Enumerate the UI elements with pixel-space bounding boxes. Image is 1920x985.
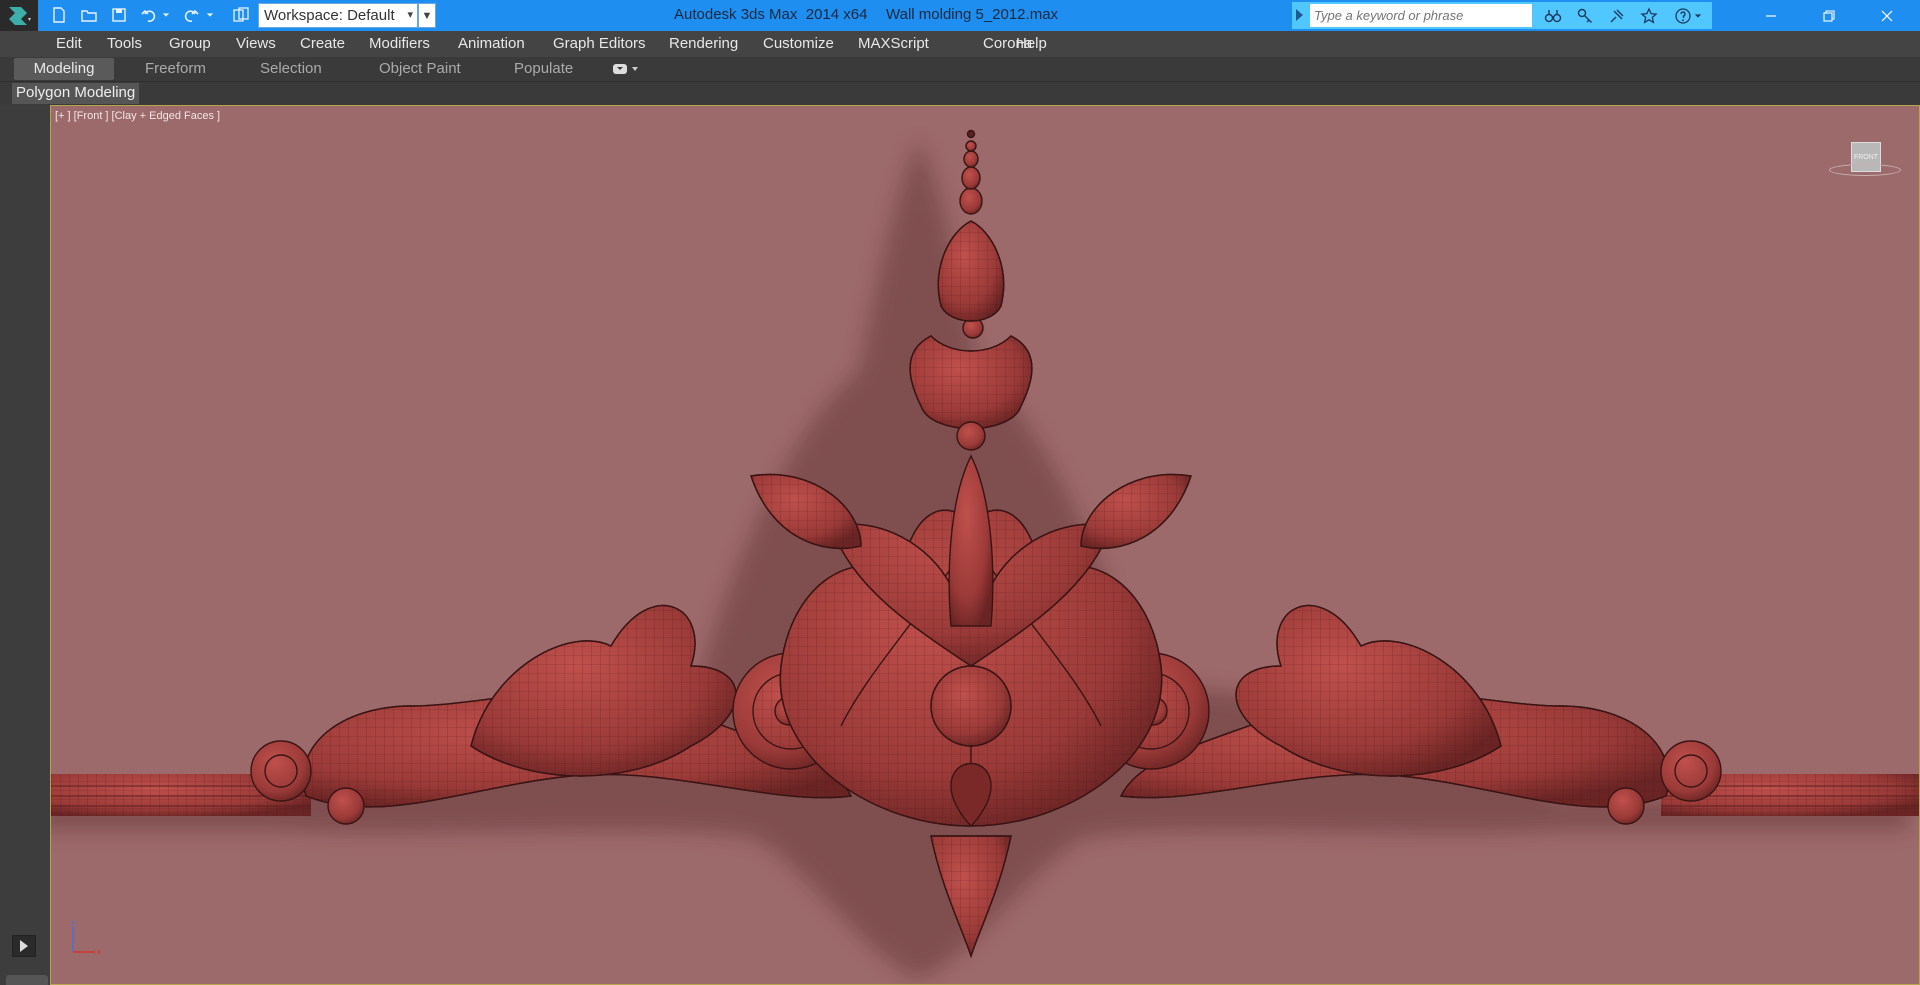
search-expand-icon[interactable] — [1296, 9, 1303, 21]
minimize-icon — [1766, 14, 1776, 17]
chevron-down-icon: ▾ — [407, 9, 413, 21]
redo-icon — [184, 9, 199, 23]
redo-dropdown[interactable] — [204, 4, 216, 26]
menu-create[interactable]: Create — [300, 35, 345, 52]
undo-dropdown[interactable] — [160, 4, 172, 26]
ribbon-tabs: Modeling Freeform Selection Object Paint… — [0, 57, 1920, 81]
help-button[interactable] — [1672, 6, 1694, 26]
tab-selection[interactable]: Selection — [260, 58, 322, 80]
tab-modeling[interactable]: Modeling — [14, 58, 114, 80]
close-button[interactable] — [1858, 0, 1916, 31]
viewcube-compass-ring[interactable] — [1829, 164, 1901, 176]
help-icon — [1675, 8, 1691, 24]
menu-bar: Edit Tools Group Views Create Modifiers … — [0, 31, 1920, 57]
save-file-button[interactable] — [108, 4, 130, 26]
redo-button[interactable] — [180, 4, 202, 26]
binoculars-icon — [1544, 10, 1562, 23]
undo-icon — [141, 9, 156, 23]
file-title: Wall molding 5_2012.max — [886, 6, 1059, 23]
tab-populate[interactable]: Populate — [514, 58, 573, 80]
viewcube[interactable]: FRONT — [1829, 142, 1901, 186]
workspace-label: Workspace: Default — [264, 7, 395, 24]
favorites-button[interactable] — [1638, 6, 1660, 26]
close-icon — [1881, 10, 1893, 21]
wall-molding-model[interactable] — [51, 106, 1920, 985]
viewport-label[interactable]: [+ ] [Front ] [Clay + Edged Faces ] — [55, 110, 220, 122]
axis-x-label: x — [97, 948, 101, 956]
panel-polygon-modeling[interactable]: Polygon Modeling — [12, 83, 140, 104]
menu-help[interactable]: Help — [1016, 35, 1047, 52]
menu-edit[interactable]: Edit — [56, 35, 82, 52]
ribbon-options-icon — [613, 64, 638, 74]
title-bar: Workspace: Default ▾ ▼ Autodesk 3ds Max … — [0, 0, 1920, 31]
menu-rendering[interactable]: Rendering — [669, 35, 738, 52]
restore-icon — [1823, 9, 1835, 22]
menu-views[interactable]: Views — [236, 35, 276, 52]
menu-animation[interactable]: Animation — [458, 35, 525, 52]
star-icon — [1640, 7, 1658, 24]
communication-center-button[interactable] — [1606, 6, 1628, 26]
chevron-down-icon — [162, 13, 170, 17]
tab-freeform[interactable]: Freeform — [145, 58, 206, 80]
viewport-left-strip — [0, 105, 50, 985]
project-folder-button[interactable] — [230, 4, 252, 26]
menu-modifiers[interactable]: Modifiers — [369, 35, 430, 52]
left-strip-tab[interactable] — [6, 975, 48, 985]
chevron-down-icon: ▼ — [421, 9, 433, 22]
app-title: Autodesk 3ds Max 2014 x64 — [674, 6, 868, 23]
satellite-icon — [1610, 9, 1624, 23]
ribbon-panel-bar: Polygon Modeling — [0, 81, 1920, 105]
new-file-button[interactable] — [48, 4, 70, 26]
key-icon — [1577, 8, 1592, 23]
search-button[interactable] — [1542, 6, 1564, 26]
chevron-down-icon — [1694, 14, 1702, 18]
app-logo-icon — [9, 6, 31, 25]
play-button[interactable] — [12, 935, 36, 957]
subscription-center-button[interactable] — [1574, 6, 1596, 26]
save-icon — [112, 8, 126, 22]
menu-group[interactable]: Group — [169, 35, 211, 52]
menu-graph-editors[interactable]: Graph Editors — [553, 35, 646, 52]
ribbon-display-options-button[interactable] — [612, 63, 640, 75]
menu-maxscript[interactable]: MAXScript — [858, 35, 929, 52]
project-folder-icon — [233, 7, 249, 22]
minimize-button[interactable] — [1742, 0, 1800, 31]
new-icon — [53, 7, 65, 23]
axis-z-label: z — [71, 919, 75, 927]
open-file-button[interactable] — [78, 4, 100, 26]
menu-customize[interactable]: Customize — [763, 35, 834, 52]
help-dropdown[interactable] — [1692, 6, 1704, 26]
workspace-dropdown[interactable]: Workspace: Default ▾ — [258, 3, 418, 28]
workspace-options-button[interactable]: ▼ — [418, 3, 436, 28]
front-viewport[interactable]: [+ ] [Front ] [Clay + Edged Faces ] FRON… — [50, 105, 1920, 985]
tab-object-paint[interactable]: Object Paint — [379, 58, 461, 80]
menu-tools[interactable]: Tools — [107, 35, 142, 52]
restore-button[interactable] — [1800, 0, 1858, 31]
open-icon — [81, 10, 97, 22]
axis-tripod-icon: z x — [71, 919, 101, 956]
undo-button[interactable] — [138, 4, 160, 26]
app-menu-button[interactable] — [0, 0, 38, 31]
search-input[interactable] — [1310, 4, 1532, 27]
chevron-down-icon — [206, 13, 214, 17]
infocenter-search — [1292, 2, 1712, 29]
